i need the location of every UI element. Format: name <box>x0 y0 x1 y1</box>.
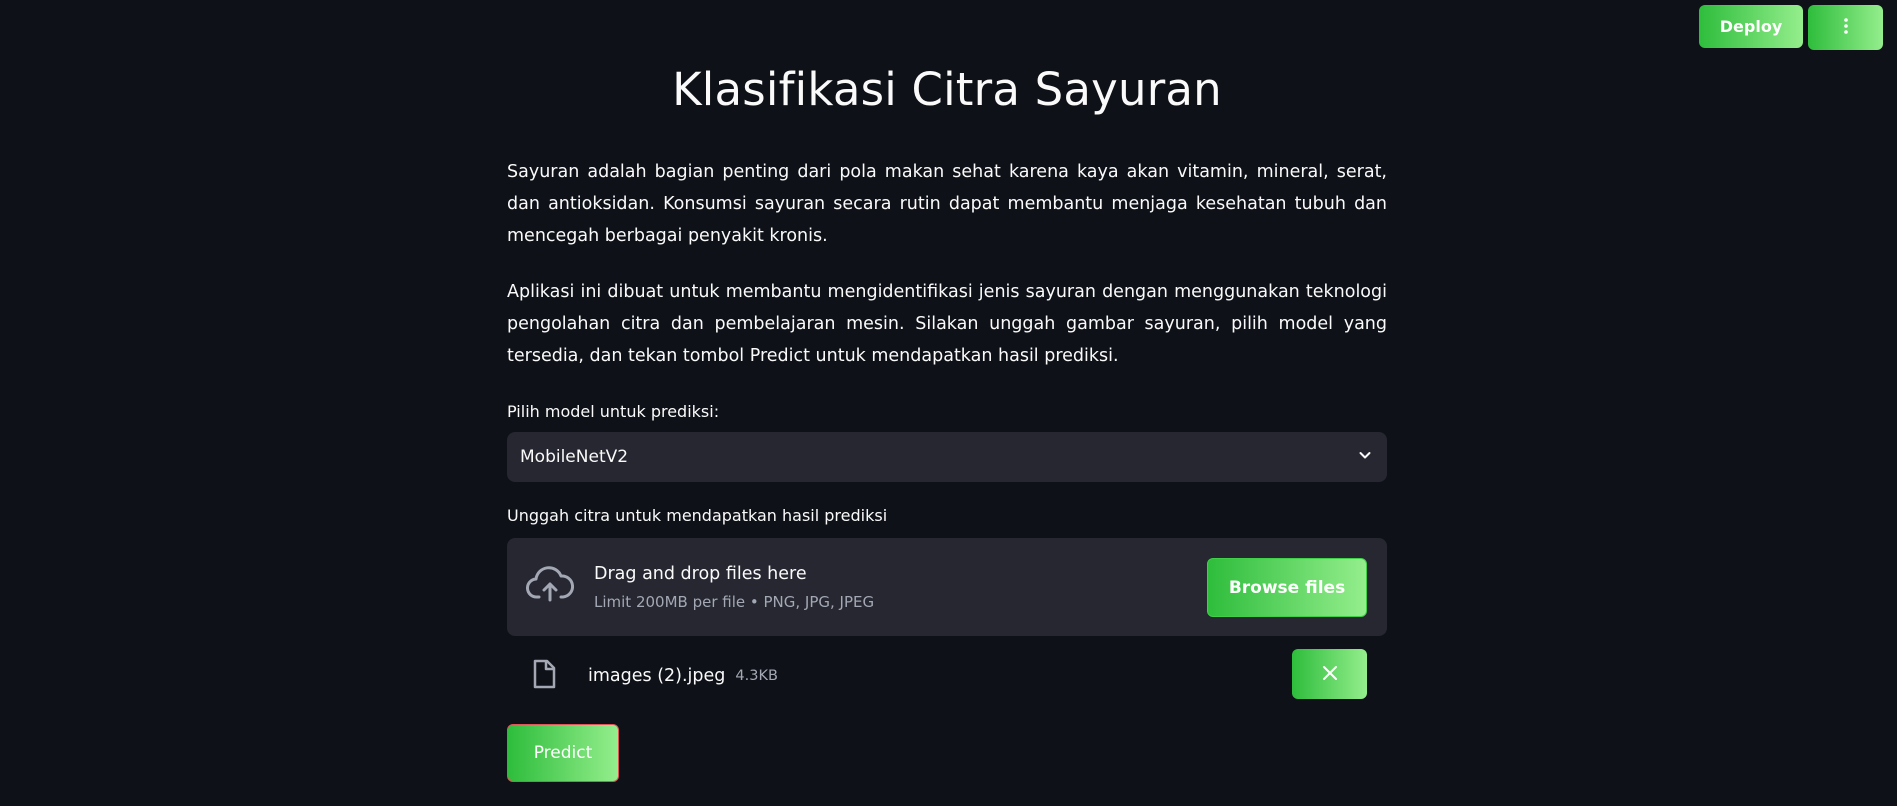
instructions-paragraph: Aplikasi ini dibuat untuk membantu mengi… <box>507 282 1387 366</box>
file-size: 4.3KB <box>735 668 778 684</box>
browse-files-button[interactable]: Browse files <box>1207 558 1367 617</box>
cloud-upload-icon <box>526 565 575 609</box>
page-title: Klasifikasi Citra Sayuran <box>672 63 1222 116</box>
uploader-label: Unggah citra untuk mendapatkan hasil pre… <box>507 506 888 525</box>
model-select-label: Pilih model untuk prediksi: <box>507 402 720 421</box>
dropzone-limits: Limit 200MB per file • PNG, JPG, JPEG <box>594 593 875 611</box>
uploaded-file-item: images (2).jpeg 4.3KB <box>507 636 1387 716</box>
app-root: Deploy Klasifikasi Citra Sayuran Sayuran… <box>0 0 1897 806</box>
intro-paragraph: Sayuran adalah bagian penting dari pola … <box>507 162 1387 246</box>
model-select[interactable]: MobileNetV2 <box>507 432 1387 482</box>
remove-file-button[interactable] <box>1292 649 1367 699</box>
file-name: images (2).jpeg <box>588 666 726 686</box>
file-dropzone[interactable]: Drag and drop files here Limit 200MB per… <box>507 538 1387 636</box>
chevron-down-icon <box>1357 447 1373 467</box>
file-icon <box>532 659 556 693</box>
top-toolbar: Deploy <box>1699 5 1883 50</box>
vertical-dots-icon <box>1843 17 1849 38</box>
main-menu-button[interactable] <box>1808 5 1883 50</box>
deploy-button[interactable]: Deploy <box>1699 5 1803 48</box>
close-icon <box>1322 665 1338 684</box>
predict-button[interactable]: Predict <box>507 724 619 782</box>
dropzone-title: Drag and drop files here <box>594 564 807 584</box>
main-content: Klasifikasi Citra Sayuran Sayuran adalah… <box>507 0 1387 782</box>
model-select-value: MobileNetV2 <box>520 447 629 467</box>
